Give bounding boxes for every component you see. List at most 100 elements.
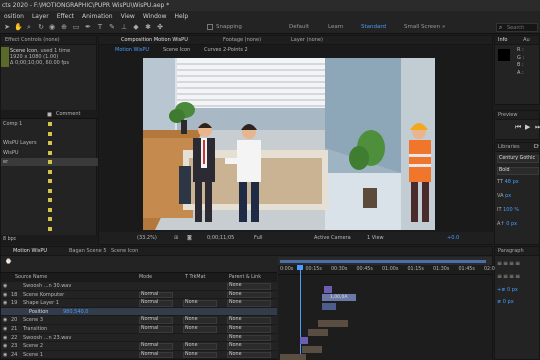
project-item[interactable] xyxy=(1,225,98,233)
project-item[interactable]: WisPU xyxy=(1,149,98,157)
blend-mode-dropdown[interactable]: Normal xyxy=(139,326,173,333)
playhead-handle[interactable] xyxy=(297,265,303,270)
workspace-default[interactable]: Default xyxy=(289,24,309,30)
grid-toggle-icon[interactable]: ⊞ xyxy=(174,232,178,244)
parent-dropdown[interactable]: None xyxy=(227,343,271,350)
blend-mode-dropdown[interactable]: Normal xyxy=(139,291,173,299)
label-color-swatch[interactable] xyxy=(48,131,52,136)
playhead[interactable] xyxy=(300,265,301,360)
zoom-tool-icon[interactable]: ⌕ xyxy=(25,24,33,31)
brush-tool-icon[interactable]: ✎ xyxy=(108,24,116,31)
label-color-swatch[interactable] xyxy=(48,169,52,174)
project-item[interactable] xyxy=(1,196,98,204)
layer-name[interactable]: Scene 1 xyxy=(23,351,43,360)
type-tool-icon[interactable]: T xyxy=(96,24,104,31)
visibility-eye-icon[interactable]: ◉ xyxy=(3,316,7,325)
track-matte-dropdown[interactable]: None xyxy=(183,326,217,333)
composition-viewer[interactable] xyxy=(143,58,435,230)
parent-dropdown[interactable]: None xyxy=(227,300,271,307)
current-timecode[interactable]: 0;00;11;05 xyxy=(207,232,234,244)
property-row[interactable]: Position 980,540,0 xyxy=(1,307,277,317)
layer-bar-shape-layer[interactable] xyxy=(322,303,336,310)
track-matte-dropdown[interactable]: None xyxy=(183,351,217,359)
layer-bar-scene-1[interactable] xyxy=(280,354,306,360)
scale-value[interactable]: 100 % xyxy=(503,207,519,213)
view-layout-dropdown[interactable]: 1 View xyxy=(367,232,384,244)
selection-tool-icon[interactable]: ➤ xyxy=(3,24,11,31)
timeline-timecode-icon[interactable]: ⌚ xyxy=(5,259,12,265)
layer-name[interactable]: Shape Layer 1 xyxy=(23,299,59,308)
timeline-tab-motion-wispu[interactable]: Motion WisPU xyxy=(13,247,47,255)
label-color-swatch[interactable] xyxy=(48,141,52,145)
effect-controls-tab[interactable]: Effect Controls (none) xyxy=(1,36,96,45)
layer-bar-swoosh-23[interactable] xyxy=(300,337,308,344)
visibility-eye-icon[interactable]: ◉ xyxy=(3,342,7,351)
info-tab[interactable]: Info xyxy=(498,37,507,43)
layer-tab[interactable]: Layer (none) xyxy=(291,36,323,44)
label-color-swatch[interactable] xyxy=(48,188,52,193)
label-color-swatch[interactable] xyxy=(48,160,52,164)
character-tab[interactable]: Ch xyxy=(534,144,539,150)
project-item[interactable]: WisPU Layers xyxy=(1,139,98,147)
parent-dropdown[interactable]: None xyxy=(227,317,271,324)
layer-name[interactable]: Transition xyxy=(23,325,47,334)
rotate-tool-icon[interactable]: ↻ xyxy=(37,24,45,31)
visibility-eye-icon[interactable]: ◉ xyxy=(3,299,7,308)
visibility-eye-icon[interactable]: ◉ xyxy=(3,351,7,360)
label-color-swatch[interactable] xyxy=(48,122,52,126)
trkmat-header[interactable]: T TrkMat xyxy=(185,273,205,282)
bit-depth-button[interactable]: 8 bpc xyxy=(3,237,16,242)
project-item[interactable] xyxy=(1,187,98,195)
project-item[interactable] xyxy=(1,215,98,223)
camera-dropdown[interactable]: Active Camera xyxy=(314,232,351,244)
time-ruler[interactable]: 0:00s 00:15s 00:30s 00:45s 01:00s 01:15s 01:30… xyxy=(278,265,495,275)
layer-name[interactable]: Scene 2 xyxy=(23,342,43,351)
snapping-checkbox[interactable] xyxy=(207,24,213,30)
audio-tab[interactable]: Au xyxy=(523,37,530,43)
label-color-swatch[interactable] xyxy=(48,198,52,202)
snapshot-camera-icon[interactable]: ◙ xyxy=(187,232,192,244)
layer-row[interactable]: ◉ 21 Transition Normal None None xyxy=(1,325,277,334)
visibility-eye-icon[interactable]: ◉ xyxy=(3,334,7,343)
play-icon[interactable]: ▶ xyxy=(525,123,530,131)
parent-header[interactable]: Parent & Link xyxy=(229,273,261,282)
blend-mode-dropdown[interactable]: Normal xyxy=(139,351,173,359)
indent-first-value[interactable]: ≢ 0 px xyxy=(497,299,514,305)
workspace-small-screen[interactable]: Small Screen xyxy=(404,24,440,30)
layer-name[interactable]: Scene 3 xyxy=(23,316,43,325)
label-color-swatch[interactable] xyxy=(48,226,52,231)
next-frame-icon[interactable]: ⏭ xyxy=(535,123,540,132)
menu-help[interactable]: Help xyxy=(171,13,193,20)
exposure-value[interactable]: +0.0 xyxy=(447,232,459,244)
pen-tool-icon[interactable]: ✒ xyxy=(84,24,92,31)
rectangle-tool-icon[interactable]: ▭ xyxy=(72,24,80,31)
track-matte-dropdown[interactable]: None xyxy=(183,300,217,307)
layer-bar-scene-2[interactable] xyxy=(302,346,322,353)
layer-row[interactable]: ◉ 22 Swoosh ...n 23.wav None xyxy=(1,334,277,343)
baseline-value[interactable]: 0 px xyxy=(506,221,517,227)
menu-effect[interactable]: Effect xyxy=(53,13,78,20)
project-item[interactable] xyxy=(1,168,98,176)
parent-dropdown[interactable]: None xyxy=(227,351,271,359)
track-matte-dropdown[interactable]: None xyxy=(183,343,217,350)
puppet-tool-icon[interactable]: ✤ xyxy=(156,24,164,31)
menu-animation[interactable]: Animation xyxy=(78,13,117,20)
align-buttons[interactable]: ≡≡≡≡ xyxy=(497,260,521,267)
layer-bar-swoosh[interactable] xyxy=(324,286,332,293)
workspace-standard[interactable]: Standard xyxy=(361,24,386,30)
breadcrumb-curves[interactable]: Curves 2-Points 2 xyxy=(204,45,248,55)
first-frame-icon[interactable]: ⏮ xyxy=(515,123,521,132)
layer-bar-transition[interactable] xyxy=(308,329,328,336)
preview-tab[interactable]: Preview xyxy=(495,111,539,120)
hand-tool-icon[interactable]: ✋ xyxy=(14,24,23,31)
visibility-eye-icon[interactable]: ◉ xyxy=(3,282,7,291)
font-size-value[interactable]: 48 px xyxy=(505,179,519,185)
blend-mode-dropdown[interactable]: Normal xyxy=(139,317,173,324)
work-area-range[interactable] xyxy=(280,260,486,263)
mode-header[interactable]: Mode xyxy=(139,273,152,282)
position-value[interactable]: 980,540,0 xyxy=(63,308,88,317)
source-name-header[interactable]: Source Name xyxy=(15,273,47,282)
work-area-bar[interactable] xyxy=(278,257,492,265)
timeline-tab-bagan-scene-5[interactable]: Bagan Scene 5 xyxy=(69,247,107,255)
clone-tool-icon[interactable]: ⊥ xyxy=(120,24,128,31)
